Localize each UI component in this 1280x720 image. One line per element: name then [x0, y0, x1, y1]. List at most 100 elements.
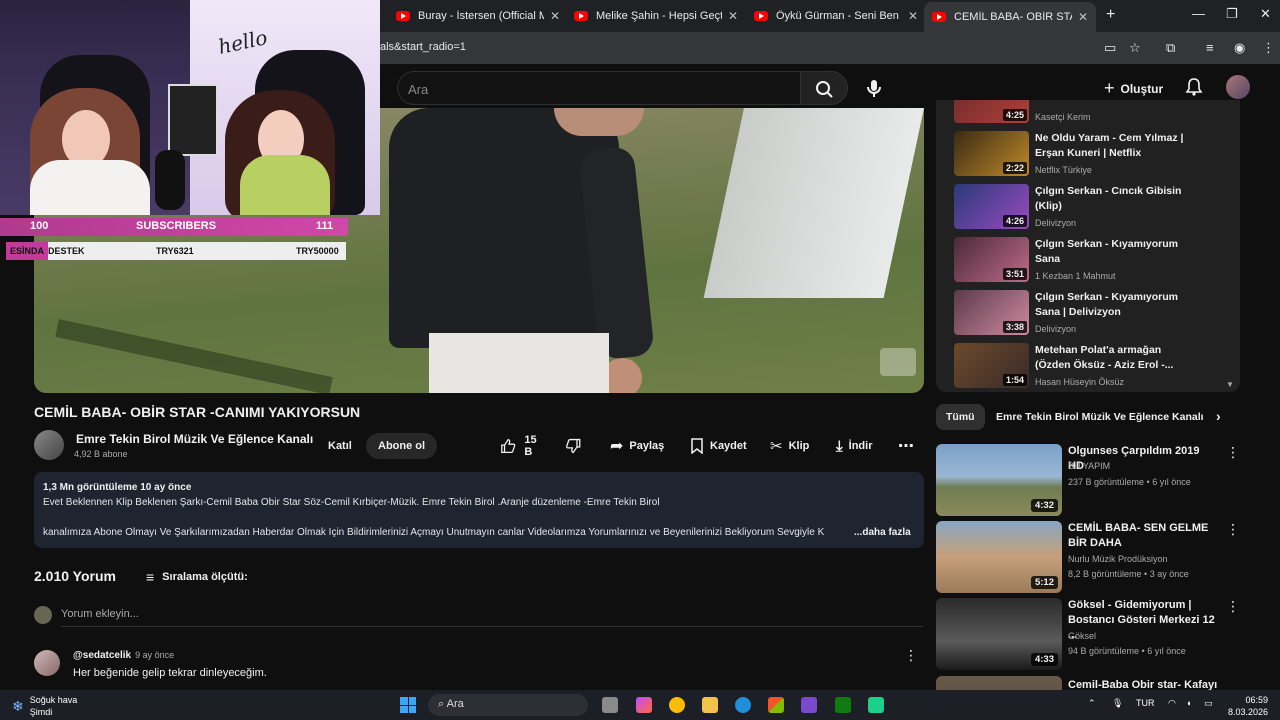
profile-icon[interactable]: ◉	[1234, 40, 1245, 56]
playlist-item[interactable]: 3:51 Çılgın Serkan - Kıyamıyorum Sana 1 …	[954, 237, 1234, 287]
file-explorer-icon[interactable]	[702, 697, 718, 713]
microphone-icon[interactable]	[862, 76, 886, 100]
search-button[interactable]	[800, 71, 848, 105]
duration-badge: 4:26	[1002, 215, 1027, 227]
close-icon[interactable]: ✕	[1078, 10, 1088, 24]
chip-channel[interactable]: Emre Tekin Birol Müzik Ve Eğlence Kanalı	[986, 404, 1206, 430]
my-avatar	[34, 606, 52, 624]
windows-start-icon[interactable]	[400, 697, 416, 713]
cast-icon[interactable]: ▭	[1104, 40, 1116, 56]
description-box[interactable]: 1,3 Mn görüntüleme 10 ay önce Evet Bekle…	[34, 472, 924, 548]
comment-text: Her beğenide gelip tekrar dinleyeceğim.	[73, 667, 267, 679]
playlist-item[interactable]: 2:22 Ne Oldu Yaram - Cem Yılmaz | Erşan …	[954, 131, 1234, 181]
account-avatar[interactable]	[1226, 75, 1250, 99]
notifications-bell-icon[interactable]	[1184, 77, 1204, 97]
playlist-item[interactable]: 4:26 Çılgın Serkan - Cıncık Gibisin (Kli…	[954, 184, 1234, 234]
weather-icon: ❄	[12, 698, 24, 714]
more-actions-button[interactable]: ⋯	[892, 433, 920, 459]
channel-watermark[interactable]	[880, 348, 916, 376]
recommended-video[interactable]: 4:32 Olgunses Çarpıldım 2019 HD SH YAPIM…	[936, 444, 1240, 520]
xbox-icon[interactable]	[835, 697, 851, 713]
edge-icon[interactable]	[735, 697, 751, 713]
task-view-icon[interactable]	[602, 697, 618, 713]
share-button[interactable]: ➦ Paylaş	[598, 433, 676, 459]
thumbs-down-icon[interactable]	[565, 437, 582, 455]
comment-input-underline	[61, 626, 923, 627]
subscribe-button[interactable]: Abone ol	[366, 433, 438, 459]
clip-button[interactable]: ✂ Klip	[758, 433, 821, 459]
taskbar-search[interactable]: ⌕ Ara	[428, 694, 588, 716]
more-horizontal-icon: ⋯	[898, 438, 914, 455]
chrome-icon[interactable]	[669, 697, 685, 713]
close-icon[interactable]: ✕	[728, 9, 738, 23]
save-button[interactable]: Kaydet	[678, 433, 759, 459]
comment-count: 2.010 Yorum	[34, 568, 116, 584]
sort-comments-button[interactable]: ≡ Sıralama ölçütü:	[146, 569, 248, 585]
recommended-video[interactable]: Cemil-Baba Obir star- Kafayı	[936, 676, 1240, 690]
window-close-icon[interactable]: ✕	[1260, 6, 1271, 22]
extensions-icon[interactable]: ⧉	[1166, 40, 1175, 56]
channel-avatar[interactable]	[34, 430, 64, 460]
browser-menu-icon[interactable]: ⋮	[1262, 40, 1275, 56]
browser-tab[interactable]: Melike Şahin - Hepsi Geçti | Karnaval ✕	[566, 4, 746, 28]
bookmark-star-icon[interactable]: ☆	[1129, 40, 1141, 56]
search-input[interactable]: Ara	[397, 71, 801, 105]
video-menu-icon[interactable]: ⋮	[1226, 598, 1240, 615]
url-text[interactable]: als&start_radio=1	[380, 41, 466, 53]
volume-icon[interactable]: ◖	[1186, 698, 1191, 708]
add-comment-input[interactable]: Yorum ekleyin...	[61, 608, 139, 620]
chip-all[interactable]: Tümü	[936, 404, 985, 430]
video-title: Cemil-Baba Obir star- Kafayı	[1068, 679, 1218, 690]
show-more-link[interactable]: ...daha fazla	[854, 527, 911, 538]
comment-menu-icon[interactable]: ⋮	[904, 647, 918, 664]
like-dislike-group: 15 B	[488, 433, 594, 459]
comment-time[interactable]: 9 ay önce	[135, 650, 174, 660]
scroll-down-arrow-icon[interactable]: ▼	[1226, 380, 1234, 389]
playlist-title: Metehan Polat'a armağan (Özden Öksüz - A…	[1035, 344, 1174, 371]
create-button[interactable]: + Oluştur	[1104, 78, 1163, 99]
browser-tab[interactable]: Buray - İstersen (Official Music Video) …	[388, 4, 568, 28]
download-button[interactable]: ⤓ İndir	[824, 433, 884, 459]
microphone-tray-icon[interactable]: 🎙	[1112, 698, 1123, 709]
playlist-thumbnail: 4:25	[954, 100, 1029, 123]
youtube-icon	[754, 11, 768, 21]
close-icon[interactable]: ✕	[550, 9, 560, 23]
wifi-icon[interactable]: ◠	[1168, 698, 1176, 709]
like-button[interactable]: 15 B	[500, 434, 545, 458]
duration-badge: 4:33	[1030, 653, 1058, 666]
channel-name[interactable]: Emre Tekin Birol Müzik Ve Eğlence Kanalı	[76, 432, 313, 446]
playlist-item[interactable]: 3:38 Çılgın Serkan - Kıyamıyorum Sana | …	[954, 290, 1234, 340]
app-icon[interactable]	[868, 697, 884, 713]
weather-widget[interactable]: ❄ Soğuk hava Şimdi	[12, 694, 77, 718]
minimize-icon[interactable]: —	[1192, 6, 1205, 21]
app-icon[interactable]	[801, 697, 817, 713]
playlist-item[interactable]: 1:54 Metehan Polat'a armağan (Özden Öksü…	[954, 343, 1234, 392]
save-bookmark-icon	[691, 438, 703, 454]
media-controls-icon[interactable]: ≡	[1206, 40, 1214, 55]
new-tab-button[interactable]: +	[1106, 6, 1115, 24]
tab-title: Buray - İstersen (Official Music Video)	[418, 10, 544, 22]
tab-title: CEMİL BABA- OBİR STAR -CANIMI	[954, 11, 1072, 23]
video-thumbnail: 4:33	[936, 598, 1062, 670]
playlist-item[interactable]: 4:25 Kasetçi Kerim	[954, 100, 1234, 128]
video-menu-icon[interactable]: ⋮	[1226, 521, 1240, 538]
playlist-thumbnail: 3:51	[954, 237, 1029, 282]
taskbar-clock[interactable]: 06:59 8.03.2026	[1212, 694, 1268, 718]
video-menu-icon[interactable]: ⋮	[1226, 444, 1240, 461]
create-label: Oluştur	[1120, 81, 1164, 96]
recommended-video[interactable]: 4:33 Göksel - Gidemiyorum | Bostancı Gös…	[936, 598, 1240, 674]
commenter-avatar[interactable]	[34, 650, 60, 676]
commenter-handle[interactable]: @sedatcelik	[73, 650, 131, 661]
restore-icon[interactable]: ❐	[1226, 6, 1238, 22]
close-icon[interactable]: ✕	[908, 9, 918, 23]
tray-chevron-icon[interactable]: ⌃	[1088, 698, 1096, 709]
copilot-icon[interactable]	[636, 697, 652, 713]
join-button[interactable]: Katıl	[316, 433, 364, 459]
video-frame-shadow	[55, 319, 333, 393]
recommended-video[interactable]: 5:12 CEMİL BABA- SEN GELME BİR DAHA Nurl…	[936, 521, 1240, 597]
chevron-right-icon[interactable]: ›	[1210, 404, 1227, 430]
browser-tab-active[interactable]: CEMİL BABA- OBİR STAR -CANIMI ✕	[924, 2, 1097, 32]
microsoft-store-icon[interactable]	[768, 697, 784, 713]
browser-tab[interactable]: Öykü Gürman - Seni Ben Unutmam ✕	[746, 4, 926, 28]
language-indicator[interactable]: TUR	[1136, 698, 1155, 708]
